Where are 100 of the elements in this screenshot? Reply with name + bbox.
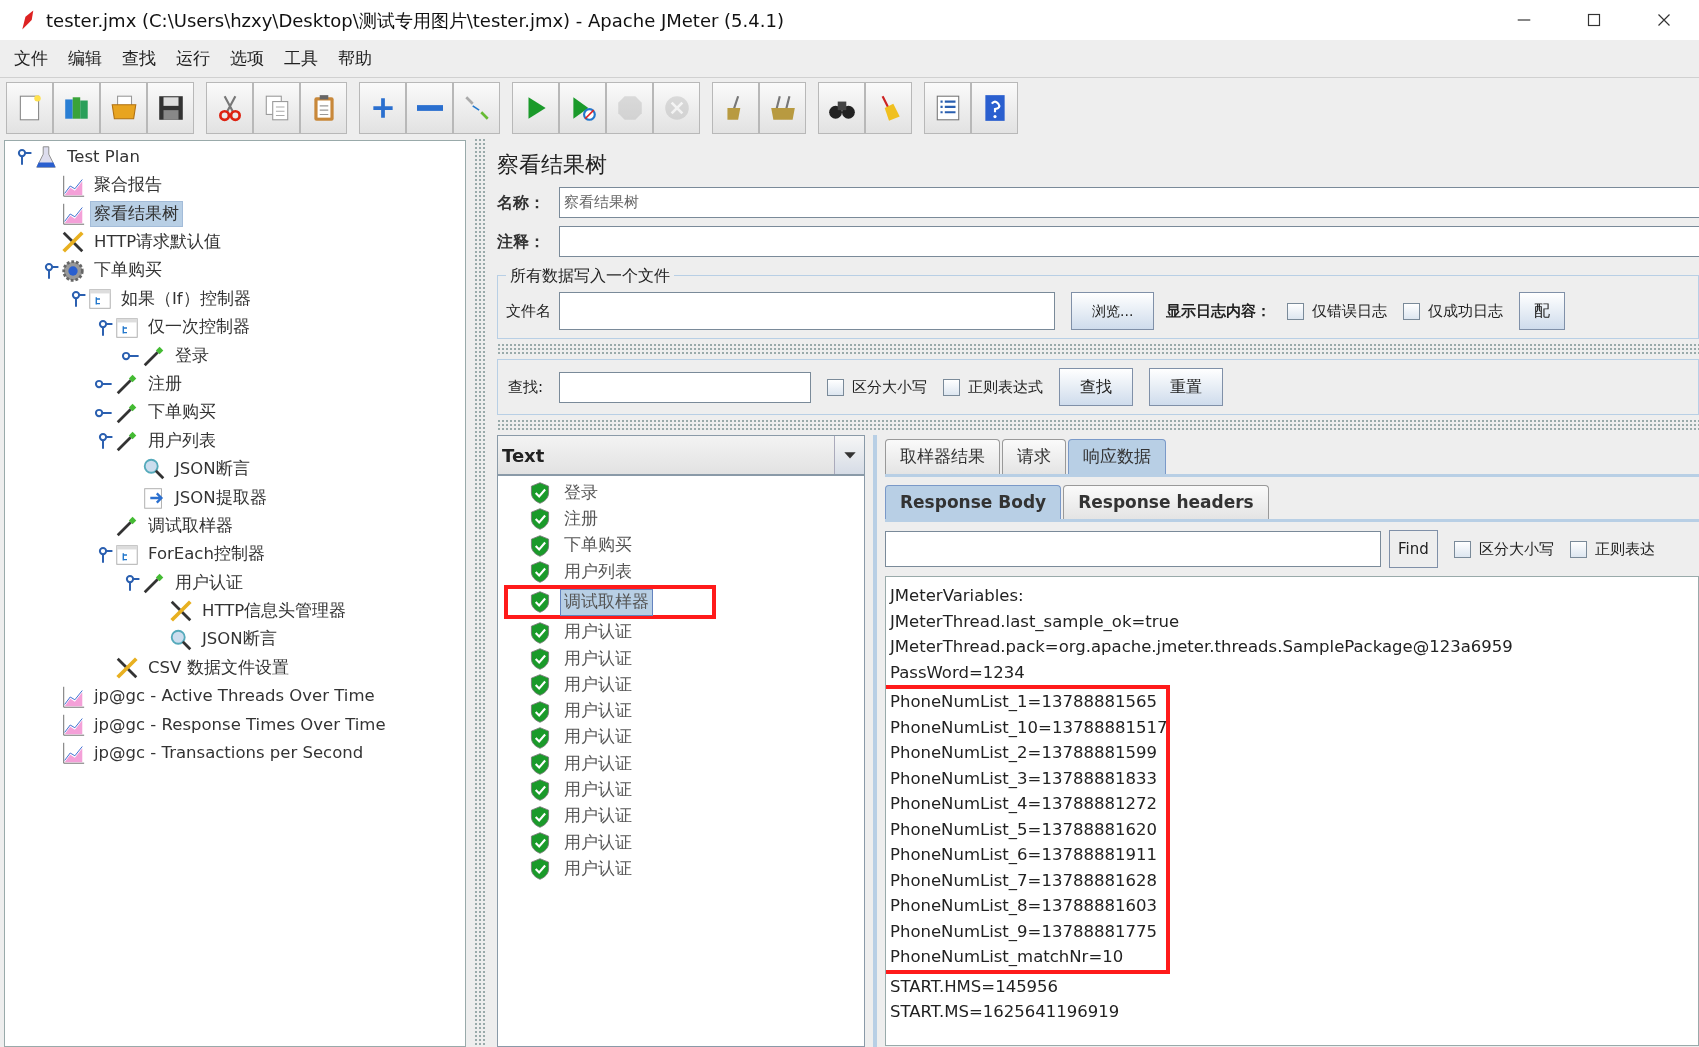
menu-item[interactable]: 运行 [166,45,220,72]
field-label: 显示日志内容： [1166,300,1272,322]
result-item[interactable]: 调试取样器 [560,588,653,616]
tree-item[interactable]: jp@gc - Active Threads Over Time [90,683,379,710]
find-button[interactable]: Find [1389,530,1438,568]
shield-check-icon [528,778,552,803]
result-item[interactable]: 用户认证 [560,724,636,752]
tree-item[interactable]: CSV 数据文件设置 [144,654,293,682]
shield-check-icon [528,507,552,532]
reset-button[interactable]: 重置 [1149,368,1224,406]
response-line: JMeterThread.pack=org.apache.jmeter.threads.SamplePackage@123a6959 [890,636,1514,658]
result-item[interactable]: 用户认证 [560,698,636,725]
tree-item[interactable]: HTTP请求默认值 [90,229,226,256]
response-line: PassWord=1234 [890,661,1026,684]
checkbox[interactable] [1453,540,1471,558]
result-item[interactable]: 登录 [560,479,602,507]
result-item[interactable]: 用户认证 [560,671,636,699]
tree-item[interactable]: ForEach控制器 [144,541,269,569]
menu-item[interactable]: 文件 [4,45,58,72]
tab[interactable]: 响应数据 [1068,439,1166,474]
shield-check-icon [528,752,552,777]
shield-check-icon [528,481,552,506]
tree-item[interactable]: HTTP信息头管理器 [198,598,351,625]
result-item[interactable]: 用户列表 [560,558,636,586]
response-line: PhoneNumList_9=13788881775 [890,920,1158,943]
tree-item[interactable]: JSON断言 [198,626,281,654]
shield-check-icon [528,857,552,882]
find-button[interactable]: 查找 [1059,368,1134,406]
checkbox[interactable] [827,378,845,396]
tree-item[interactable]: jp@gc - Response Times Over Time [90,711,390,739]
splitter[interactable] [497,419,1699,431]
tree-item[interactable]: 调试取样器 [144,512,237,540]
response-line: PhoneNumList_5=13788881620 [890,818,1158,841]
tree-item[interactable]: 如果（If）控制器 [117,285,255,313]
response-line: PhoneNumList_1=13788881565 [890,691,1158,713]
checkbox[interactable] [943,378,961,396]
browse-button[interactable]: 浏览... [1071,292,1155,330]
response-line: PhoneNumList_6=13788881911 [890,844,1158,866]
result-item[interactable]: 用户认证 [560,777,636,804]
tree-item[interactable]: jp@gc - Transactions per Second [90,740,368,767]
name-field[interactable]: 察看结果树 [559,187,1699,218]
tab[interactable]: 取样器结果 [885,439,1000,474]
field-label: 名称： [497,191,546,214]
tree-item[interactable]: 聚合报告 [90,172,166,199]
tree-item[interactable]: 用户列表 [144,427,220,455]
tree-item[interactable]: JSON提取器 [171,484,271,512]
checkbox[interactable] [1287,302,1305,320]
tab[interactable]: 请求 [1002,439,1066,474]
menu-item[interactable]: 编辑 [58,45,112,72]
result-item[interactable]: 用户认证 [560,803,636,831]
checkbox-label: 仅成功日志 [1428,300,1504,322]
tree-item[interactable]: JSON断言 [171,456,254,483]
checkbox[interactable] [1569,540,1587,558]
menu-item[interactable]: 查找 [112,45,166,72]
checkbox-label: 正则表达 [1594,538,1655,560]
result-item[interactable]: 用户认证 [560,619,636,646]
flask-icon [33,144,59,171]
tree-item[interactable]: 察看结果树 [90,200,183,228]
field-label: 文件名 [506,300,551,322]
response-line: START.MS=1625641196919 [890,1001,1121,1023]
tab[interactable]: Response headers [1063,484,1269,519]
shield-check-icon [528,620,552,645]
comment-field[interactable] [559,226,1699,257]
shield-check-icon [528,831,552,855]
tree-item[interactable]: 下单购买 [144,399,220,427]
tab[interactable]: Response Body [885,484,1062,519]
toolbar-button[interactable] [818,82,865,134]
tree-item[interactable]: 注册 [144,370,186,398]
search-field[interactable] [559,371,812,403]
gear-icon [60,257,86,284]
chart-icon [60,740,86,767]
tree-item[interactable]: 下单购买 [90,257,166,285]
toolbar-button[interactable] [147,82,194,134]
window-title: tester.jmx (C:\Users\hzxy\Desktop\测试专用图片\tester.jmx) - Apache JMeter (5.4.1) [46,8,784,33]
tree-item[interactable]: 用户认证 [171,569,247,597]
shield-check-icon [528,699,552,724]
response-line: JMeterThread.last_sample_ok=true [890,610,1181,633]
shield-check-icon [528,673,552,698]
result-item[interactable]: 用户认证 [560,855,636,883]
panel-title: 察看结果树 [497,151,608,179]
result-item[interactable]: 用户认证 [560,829,636,857]
menu-item[interactable]: 工具 [274,45,328,72]
tree-item[interactable]: Test Plan [63,143,144,171]
menu-item[interactable]: 选项 [220,45,274,72]
tree-item[interactable]: 登录 [171,342,213,370]
splitter[interactable] [497,343,1699,355]
checkbox-label: 区分大小写 [1478,538,1554,560]
checkbox[interactable] [1403,302,1421,320]
shield-check-icon [528,804,552,829]
menu-item[interactable]: 帮助 [328,45,382,72]
tree-item[interactable]: 仅一次控制器 [144,314,254,341]
result-item[interactable]: 下单购买 [560,532,636,560]
result-item[interactable]: 用户认证 [560,645,636,673]
result-item[interactable]: 注册 [560,506,602,533]
result-item[interactable]: 用户认证 [560,750,636,778]
filename-field[interactable] [559,292,1055,330]
response-line: PhoneNumList_2=13788881599 [890,742,1158,764]
config-button[interactable]: 配 [1519,292,1566,330]
dropdown-button[interactable] [834,436,864,474]
find-field[interactable] [885,531,1381,567]
